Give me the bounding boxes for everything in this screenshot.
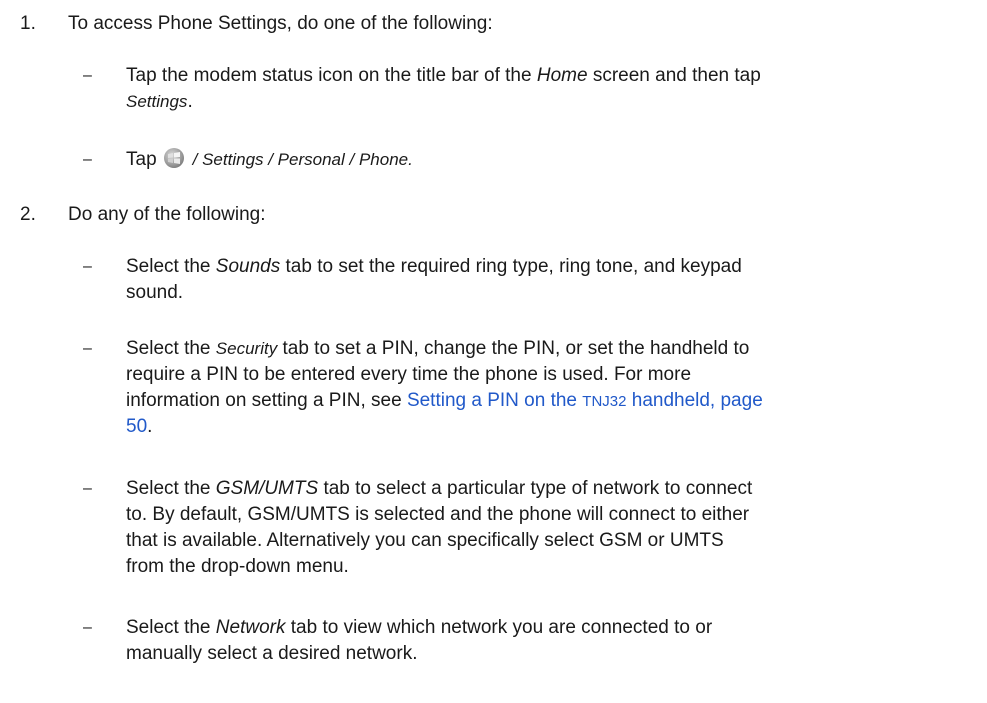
step-text: To access Phone Settings, do one of the … (68, 13, 493, 34)
step-number: 1. (20, 13, 36, 34)
emphasis-settings: Settings (126, 92, 188, 111)
bullet-line: to. By default, GSM/UMTS is selected and… (126, 504, 750, 525)
emphasis-network: Network (215, 617, 286, 638)
step-number: 2. (20, 204, 36, 225)
emphasis-sounds: Sounds (215, 256, 281, 277)
text-run: Tap (126, 149, 162, 170)
bullet-line: Tap the modem status icon on the title b… (126, 63, 966, 89)
bullet-line: require a PIN to be entered every time t… (126, 364, 692, 385)
emphasis-home: Home (536, 65, 588, 86)
setting-pin-link[interactable]: Setting a PIN on the TNJ32 handheld, pag… (407, 390, 763, 411)
bullet-line: that is available. Alternatively you can… (126, 530, 724, 551)
bullet-dash: – (83, 619, 92, 636)
bullet-dash: – (83, 258, 92, 275)
bullet-dash: – (83, 151, 92, 168)
text-run: . (187, 91, 193, 112)
text-run: tab to view which network you are connec… (285, 617, 713, 638)
text-run: information on setting a PIN, see (126, 390, 407, 411)
text-run: . (147, 416, 153, 437)
bullet-line: sound. (126, 282, 184, 303)
text-run: tab to set the required ring type, ring … (280, 256, 742, 277)
text-run: screen and then tap (587, 65, 761, 86)
step-text: Do any of the following: (68, 204, 266, 225)
bullet-line: from the drop-down menu. (126, 556, 349, 577)
link-text: TNJ32 (582, 393, 627, 410)
bullet-line: Tap / Settings / Personal / Phone. (126, 147, 966, 173)
emphasis-security: Security (215, 339, 278, 358)
bullet-line: Settings. (126, 89, 966, 115)
text-run: Tap the modem status icon on the title b… (126, 65, 537, 86)
bullet-line: Select the GSM/UMTS tab to select a part… (126, 476, 966, 502)
document-page: 1. To access Phone Settings, do one of t… (0, 0, 987, 703)
text-run: Select the (126, 338, 216, 359)
menu-path: / Settings / Personal / Phone. (187, 150, 413, 169)
bullet-line: Select the Security tab to set a PIN, ch… (126, 336, 966, 362)
text-run: tab to set a PIN, change the PIN, or set… (277, 338, 750, 359)
bullet-dash: – (83, 340, 92, 357)
bullet-line: information on setting a PIN, see Settin… (126, 388, 966, 414)
windows-start-icon (163, 148, 184, 168)
text-run: Select the (126, 478, 216, 499)
emphasis-gsm-umts: GSM/UMTS (215, 478, 319, 499)
page-link[interactable]: 50 (126, 416, 147, 437)
link-text: handheld, page (626, 390, 763, 411)
bullet-line: Select the Sounds tab to set the require… (126, 254, 966, 280)
text-run: Select the (126, 617, 216, 638)
bullet-line: Select the Network tab to view which net… (126, 615, 966, 641)
bullet-line: manually select a desired network. (126, 643, 418, 664)
text-run: Select the (126, 256, 216, 277)
bullet-dash: – (83, 480, 92, 497)
bullet-line: 50. (126, 414, 966, 440)
text-run: tab to select a particular type of netwo… (318, 478, 753, 499)
link-text: Setting a PIN on the (406, 390, 583, 411)
bullet-dash: – (83, 67, 92, 84)
